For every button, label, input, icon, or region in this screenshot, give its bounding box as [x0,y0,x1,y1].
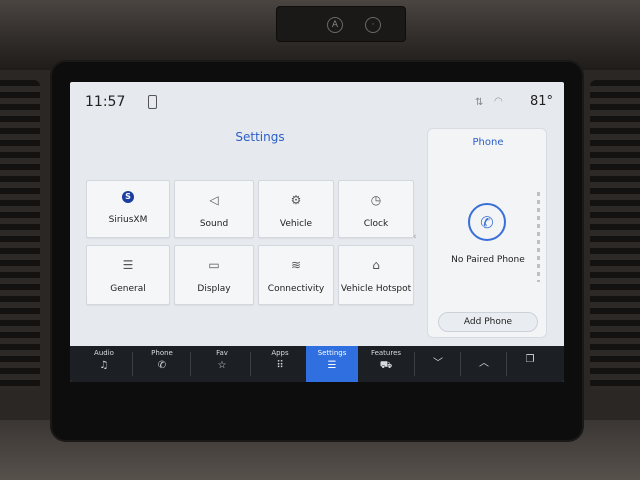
tile-label: Connectivity [267,284,325,294]
speaker-icon: ◁ [209,193,219,207]
auto-stop-button-icon[interactable]: A [327,17,343,33]
nav-label: Features [370,349,402,357]
nav-apps[interactable]: Apps ⠿ [254,346,306,382]
tile-clock[interactable]: ◷ Clock [338,180,414,238]
signal-icon: ⇅ [475,97,484,108]
nav-features[interactable]: Features ⛟ [360,346,412,382]
nav-chevron-up[interactable]: ︿ [462,346,506,382]
status-bar: 11:57 ⇅ ◠ 81° [70,82,564,122]
tile-label: Vehicle [279,219,313,229]
air-vent-left [0,80,40,390]
tile-label: Vehicle Hotspot [340,284,412,294]
apps-grid-icon: ⠿ [276,360,284,371]
phone-panel: Phone ✆ No Paired Phone Add Phone [427,128,547,338]
nav-label: Audio [94,349,114,357]
settings-title: Settings [235,130,285,144]
phone-status-text: No Paired Phone [451,255,525,265]
siriusxm-logo-icon: S [122,191,134,203]
tile-label: General [110,284,146,294]
phone-status-icon [148,95,157,109]
nav-label: Apps [271,349,289,357]
tile-sound[interactable]: ◁ Sound [174,180,254,238]
hotspot-icon: ⌂ [372,258,380,272]
dashboard-top: A · [0,0,640,70]
nav-phone[interactable]: Phone ✆ [136,346,188,382]
scrollbar[interactable] [537,192,540,282]
tile-vehicle-hotspot[interactable]: ⌂ Vehicle Hotspot [338,245,414,305]
nav-divider [190,352,191,376]
wifi-icon: ≋ [290,258,302,272]
nav-divider [414,352,415,376]
clock-icon: ◷ [370,193,382,207]
nav-label: Settings [317,349,347,357]
sliders-icon: ☰ [122,258,134,272]
nav-divider [460,352,461,376]
add-phone-button[interactable]: Add Phone [438,312,538,332]
car-features-icon: ⛟ [379,360,393,371]
infotainment-screen: 11:57 ⇅ ◠ 81° Settings S SiriusXM ◁ Soun… [70,82,564,382]
display-icon: ▭ [208,258,220,272]
tile-siriusxm[interactable]: S SiriusXM [86,180,170,238]
phone-icon: ✆ [157,360,167,371]
nav-label: Fav [216,349,228,357]
outside-temperature: 81° [530,94,554,109]
nav-fav[interactable]: Fav ☆ [196,346,248,382]
phone-panel-title: Phone [472,137,504,148]
tile-label: Clock [363,219,389,229]
nav-divider [250,352,251,376]
nav-settings[interactable]: Settings ☰ [306,346,358,382]
tile-label: Sound [199,219,229,229]
wifi-status-icon: ◠ [494,96,503,107]
panel-chevron-icon: ‹ [413,232,417,242]
nav-audio[interactable]: Audio ♫ [78,346,130,382]
tile-label: SiriusXM [108,215,148,225]
bottom-nav-bar: Audio ♫ Phone ✆ Fav ☆ Apps ⠿ Settings ☰ … [70,346,564,382]
nav-chevron-down[interactable]: ﹀ [416,346,460,382]
tile-general[interactable]: ☰ General [86,245,170,305]
vehicle-settings-icon: ⚙ [290,193,302,207]
hazard-button-strip: A · [276,6,406,42]
chevron-up-icon: ︿ [479,358,489,369]
star-icon: ☆ [217,360,227,371]
parking-button-icon[interactable]: · [365,17,381,33]
clock-time: 11:57 [85,94,126,110]
tile-connectivity[interactable]: ≋ Connectivity [258,245,334,305]
nav-divider [132,352,133,376]
tile-vehicle[interactable]: ⚙ Vehicle [258,180,334,238]
nav-divider [506,352,507,376]
air-vent-right [590,80,640,390]
music-note-icon: ♫ [99,360,109,371]
sliders-icon: ☰ [327,360,337,371]
tile-display[interactable]: ▭ Display [174,245,254,305]
phone-icon[interactable]: ✆ [468,203,506,241]
tile-label: Display [197,284,231,294]
nav-label: Phone [151,349,173,357]
chevron-down-icon: ﹀ [433,358,443,369]
nav-recent-cards[interactable]: ❐ [508,346,552,382]
recent-cards-icon: ❐ [525,354,535,365]
